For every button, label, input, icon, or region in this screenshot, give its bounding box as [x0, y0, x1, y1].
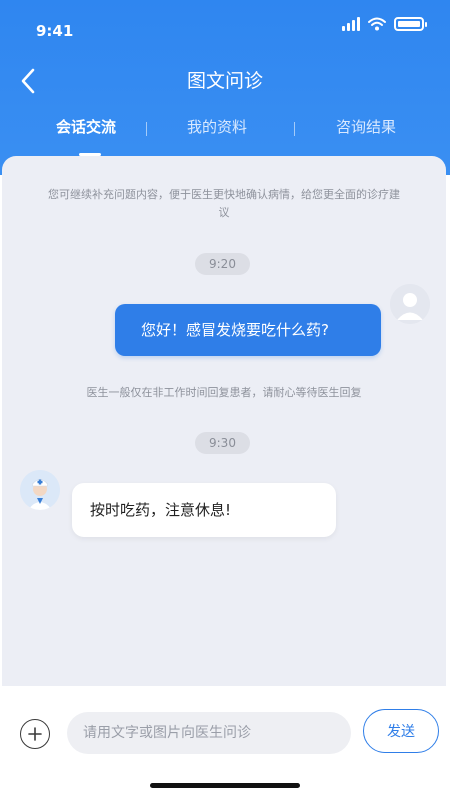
tab-results[interactable]: 咨询结果	[336, 116, 396, 137]
user-avatar[interactable]	[390, 284, 430, 324]
status-time: 9:41	[36, 22, 74, 40]
input-bar: 发送	[0, 686, 450, 800]
tab-bar: 会话交流 我的资料 咨询结果	[0, 116, 450, 156]
battery-icon	[394, 17, 427, 31]
plus-icon	[28, 727, 42, 741]
reply-notice: 医生一般仅在非工作时间回复患者，请耐心等待医生回复	[86, 386, 362, 399]
doctor-message-bubble[interactable]: 按时吃药，注意休息!	[72, 483, 336, 537]
wifi-icon	[368, 17, 386, 31]
tab-divider	[146, 122, 147, 136]
status-icons	[342, 17, 427, 31]
tab-my-info[interactable]: 我的资料	[187, 116, 247, 137]
chat-notice: 您可继续补充问题内容，便于医生更快地确认病情，给您更全面的诊疗建议	[48, 188, 400, 219]
home-indicator[interactable]	[150, 783, 300, 788]
doctor-avatar-icon	[20, 470, 60, 510]
tab-divider	[294, 122, 295, 136]
chat-area[interactable]: 您可继续补充问题内容，便于医生更快地确认病情，给您更全面的诊疗建议 9:20 您…	[2, 156, 446, 686]
message-timestamp: 9:30	[195, 432, 250, 454]
status-bar: 9:41	[0, 0, 450, 60]
doctor-avatar[interactable]	[20, 470, 60, 510]
header: 9:41 图文问诊 会话交流 我的资料 咨询结果	[0, 0, 450, 175]
message-input[interactable]	[67, 712, 351, 754]
tab-chat[interactable]: 会话交流	[56, 116, 116, 137]
user-message-bubble[interactable]: 您好！感冒发烧要吃什么药?	[115, 304, 381, 356]
signal-icon	[342, 17, 360, 31]
user-avatar-icon	[390, 284, 430, 324]
send-button[interactable]: 发送	[363, 709, 439, 753]
page-title: 图文问诊	[186, 70, 263, 92]
phone-screen: 9:41 图文问诊 会话交流 我的资料 咨询结果 您可继续补充问题内容，便于医生…	[0, 0, 450, 800]
add-attachment-button[interactable]	[20, 719, 50, 749]
message-timestamp: 9:20	[195, 253, 250, 275]
